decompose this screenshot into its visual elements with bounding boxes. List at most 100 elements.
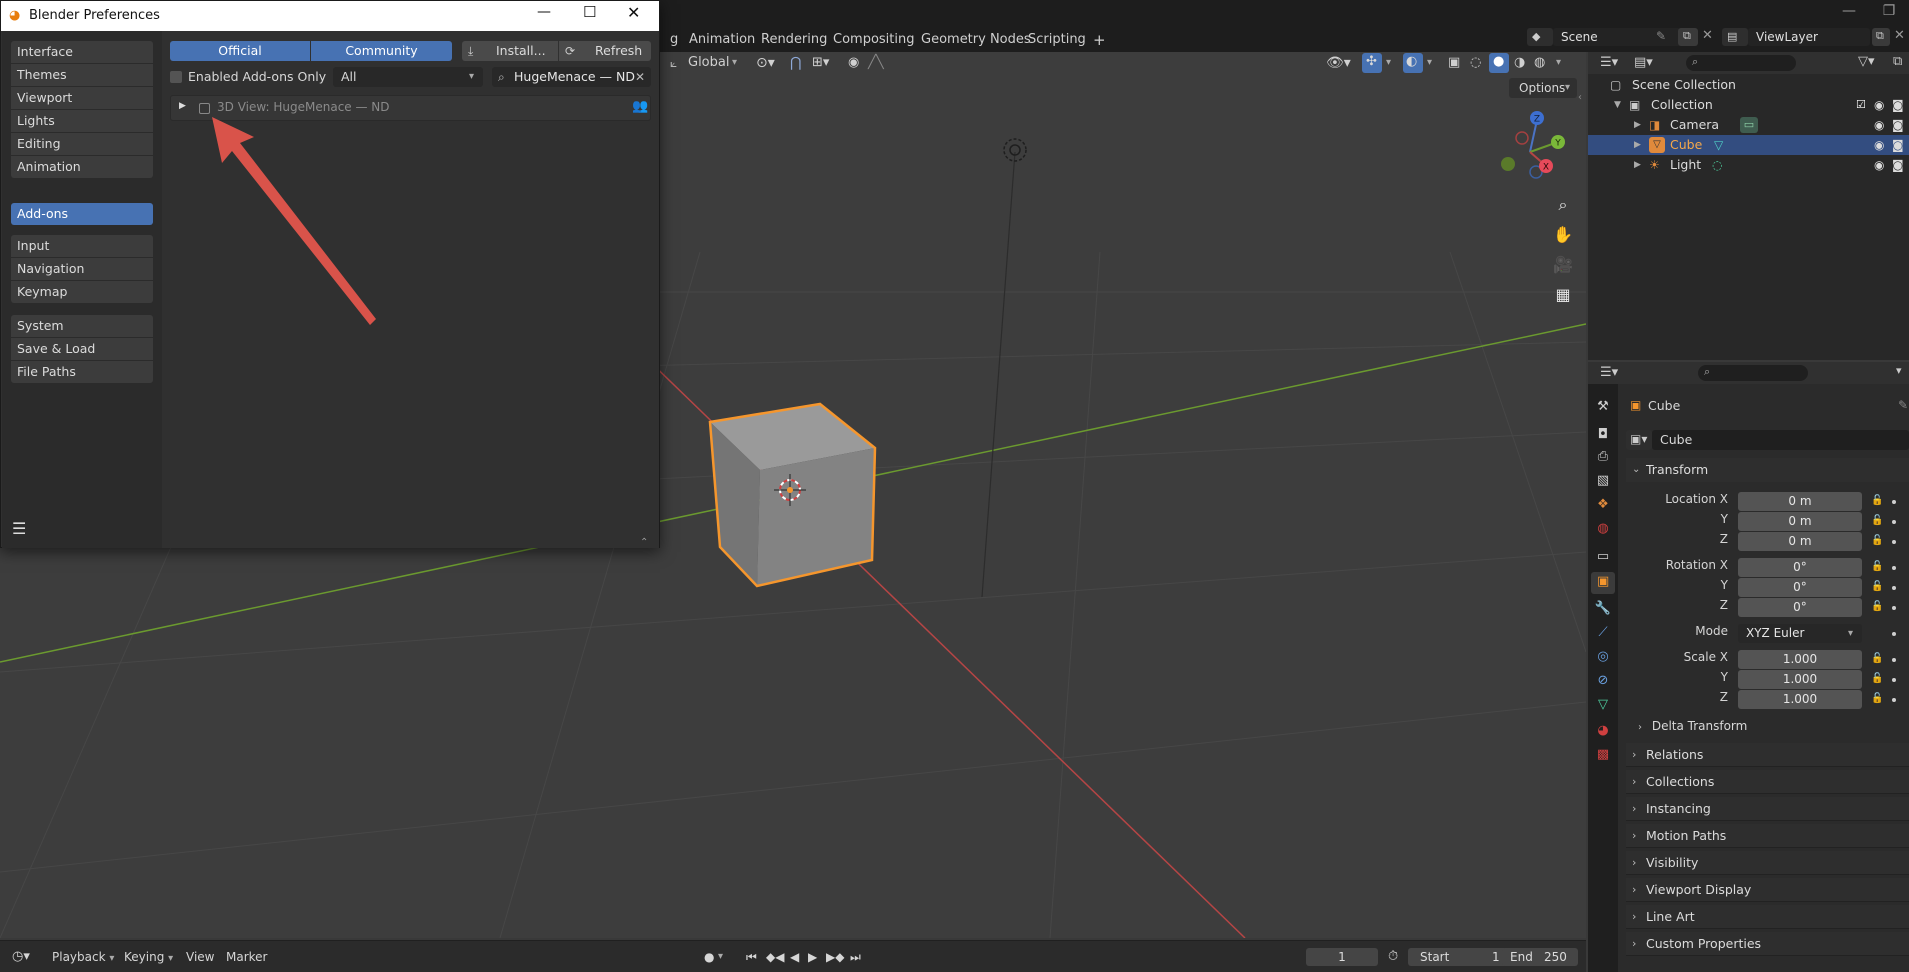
object-browse-button[interactable]: ▣▾: [1626, 430, 1652, 450]
sidebar-item-input[interactable]: Input: [11, 235, 153, 257]
sidebar-item-add-ons[interactable]: Add-ons: [11, 203, 153, 225]
solid-shading-button[interactable]: ●: [1489, 53, 1509, 73]
sidebar-item-system[interactable]: System: [11, 315, 153, 337]
scene-tab-icon[interactable]: ❖: [1594, 496, 1612, 514]
modifier-tab-icon[interactable]: 🔧: [1594, 600, 1612, 618]
exclude-checkbox-icon[interactable]: ☑: [1856, 95, 1866, 115]
lock-icon[interactable]: 🔓: [1871, 673, 1883, 685]
sidebar-item-animation[interactable]: Animation: [11, 156, 153, 178]
playback-menu[interactable]: Playback ▾: [52, 948, 114, 966]
camera-render-icon[interactable]: ◙: [1892, 155, 1904, 175]
visibility-panel-header[interactable]: › Visibility: [1626, 851, 1909, 875]
lock-icon[interactable]: 🔓: [1871, 693, 1883, 705]
sidebar-item-editing[interactable]: Editing: [11, 133, 153, 155]
filter-icon[interactable]: ▽▾: [1858, 54, 1875, 69]
camera-data-icon[interactable]: ▭: [1740, 117, 1758, 133]
eye-icon[interactable]: ◉: [1874, 95, 1884, 115]
workspace-tab-scripting[interactable]: Scripting: [1022, 30, 1092, 50]
outliner-row-collection[interactable]: ▼ ▣ Collection ☑ ◉ ◙: [1588, 95, 1909, 115]
outliner-search-input[interactable]: ⌕: [1686, 55, 1796, 71]
lock-icon[interactable]: 🔓: [1871, 653, 1883, 665]
overlays-toggle-button[interactable]: ◐: [1403, 53, 1423, 73]
new-collection-icon[interactable]: ⧉: [1893, 54, 1902, 69]
category-dropdown[interactable]: All ▾: [333, 67, 483, 87]
camera-render-icon[interactable]: ◙: [1892, 95, 1904, 115]
keying-menu[interactable]: Keying ▾: [124, 948, 173, 966]
proportional-edit-icon[interactable]: ◉: [848, 52, 859, 74]
minimize-window-icon[interactable]: —: [1829, 0, 1869, 22]
lock-icon[interactable]: 🔓: [1871, 561, 1883, 573]
lock-icon[interactable]: 🔓: [1871, 581, 1883, 593]
keyframe-dot-icon[interactable]: [1892, 540, 1896, 544]
object-name-field[interactable]: Cube: [1652, 430, 1909, 450]
transform-orientation-dropdown[interactable]: ⟀ Global ▾: [668, 52, 744, 74]
material-tab-icon[interactable]: ◕: [1594, 722, 1612, 740]
chevron-down-icon[interactable]: ▾: [718, 948, 723, 966]
chevron-down-icon[interactable]: ▾: [1896, 364, 1902, 377]
install-button[interactable]: ⤓ Install...: [462, 41, 558, 61]
outliner-row-cube[interactable]: ▶ ▽ Cube ▽ ◉ ◙: [1588, 135, 1909, 155]
new-scene-button[interactable]: ⧉: [1678, 28, 1698, 46]
jump-to-end-icon[interactable]: ⏭: [850, 948, 861, 966]
location-y-field[interactable]: 0 m: [1738, 512, 1862, 531]
maximize-window-icon[interactable]: ☐: [583, 3, 603, 21]
render-tab-icon[interactable]: ◘: [1594, 426, 1612, 444]
sidebar-item-save-load[interactable]: Save & Load: [11, 338, 153, 360]
jump-to-start-icon[interactable]: ⏮: [746, 948, 757, 966]
hamburger-menu-icon[interactable]: ☰: [12, 519, 26, 538]
editor-type-icon[interactable]: ☰▾: [1600, 365, 1618, 380]
next-keyframe-icon[interactable]: ▶◆: [826, 948, 844, 966]
keyframe-dot-icon[interactable]: [1892, 566, 1896, 570]
keyframe-dot-icon[interactable]: [1892, 632, 1896, 636]
stopwatch-icon[interactable]: ⏱: [1388, 948, 1398, 966]
collection-tab-icon[interactable]: ▭: [1594, 548, 1612, 566]
sidebar-item-interface[interactable]: Interface: [11, 41, 153, 63]
community-tab[interactable]: Community: [311, 41, 452, 61]
chevron-down-icon[interactable]: ▾: [1427, 52, 1432, 74]
eye-icon[interactable]: ◉: [1874, 155, 1884, 175]
keyframe-dot-icon[interactable]: [1892, 658, 1896, 662]
viewport-display-panel-header[interactable]: › Viewport Display: [1626, 878, 1909, 902]
location-z-field[interactable]: 0 m: [1738, 532, 1862, 551]
delta-transform-subpanel[interactable]: › Delta Transform: [1638, 716, 1747, 736]
chevron-down-icon[interactable]: ▾: [1386, 52, 1391, 74]
xray-icon[interactable]: ▣: [1448, 52, 1460, 74]
pan-hand-icon[interactable]: ✋: [1548, 220, 1578, 250]
sidebar-toggle-icon[interactable]: ‹: [1578, 92, 1582, 103]
tool-tab-icon[interactable]: ⚒: [1594, 398, 1612, 416]
lock-icon[interactable]: 🔓: [1871, 495, 1883, 507]
keyframe-dot-icon[interactable]: [1892, 606, 1896, 610]
enabled-only-toggle[interactable]: Enabled Add-ons Only: [170, 67, 330, 87]
outliner-row-scene-collection[interactable]: ▢ Scene Collection: [1588, 75, 1909, 95]
sidebar-item-navigation[interactable]: Navigation: [11, 258, 153, 280]
workspace-tab-partial[interactable]: g: [664, 30, 684, 50]
add-workspace-button[interactable]: +: [1087, 30, 1112, 50]
camera-render-icon[interactable]: ◙: [1892, 135, 1904, 155]
expand-right-icon[interactable]: ▶: [1634, 135, 1641, 155]
lock-icon[interactable]: 🔓: [1871, 535, 1883, 547]
keyframe-dot-icon[interactable]: [1892, 698, 1896, 702]
rotation-z-field[interactable]: 0°: [1738, 598, 1862, 617]
workspace-tab-geometry-nodes[interactable]: Geometry Nodes: [915, 30, 1037, 50]
view-layer-name-field[interactable]: ViewLayer: [1748, 28, 1870, 46]
workspace-tab-rendering[interactable]: Rendering: [755, 30, 833, 50]
rotation-mode-dropdown[interactable]: XYZ Euler ▾: [1738, 624, 1862, 643]
zoom-icon[interactable]: ⌕: [1548, 190, 1578, 220]
scale-z-field[interactable]: 1.000: [1738, 690, 1862, 709]
gizmo-toggle-button[interactable]: ✣: [1362, 53, 1382, 73]
display-mode-icon[interactable]: ▤▾: [1634, 55, 1653, 70]
chevron-down-icon[interactable]: ▾: [1556, 52, 1561, 74]
object-tab[interactable]: ▣: [1591, 572, 1615, 594]
view-layer-tab-icon[interactable]: ▧: [1594, 472, 1612, 490]
material-shading-icon[interactable]: ◑: [1514, 52, 1525, 74]
delete-scene-icon[interactable]: ✕: [1702, 28, 1713, 43]
clear-search-icon[interactable]: ✕: [635, 67, 645, 87]
camera-render-icon[interactable]: ◙: [1892, 115, 1904, 135]
official-tab[interactable]: Official: [170, 41, 310, 61]
navigation-gizmo[interactable]: Z Y X: [1490, 110, 1570, 190]
keyframe-dot-icon[interactable]: [1892, 500, 1896, 504]
pin-icon[interactable]: ✎: [1898, 398, 1908, 412]
transform-panel-header[interactable]: ⌄ Transform: [1626, 458, 1909, 482]
editor-type-icon[interactable]: ☰▾: [1600, 55, 1618, 70]
record-icon[interactable]: ●: [704, 948, 714, 966]
